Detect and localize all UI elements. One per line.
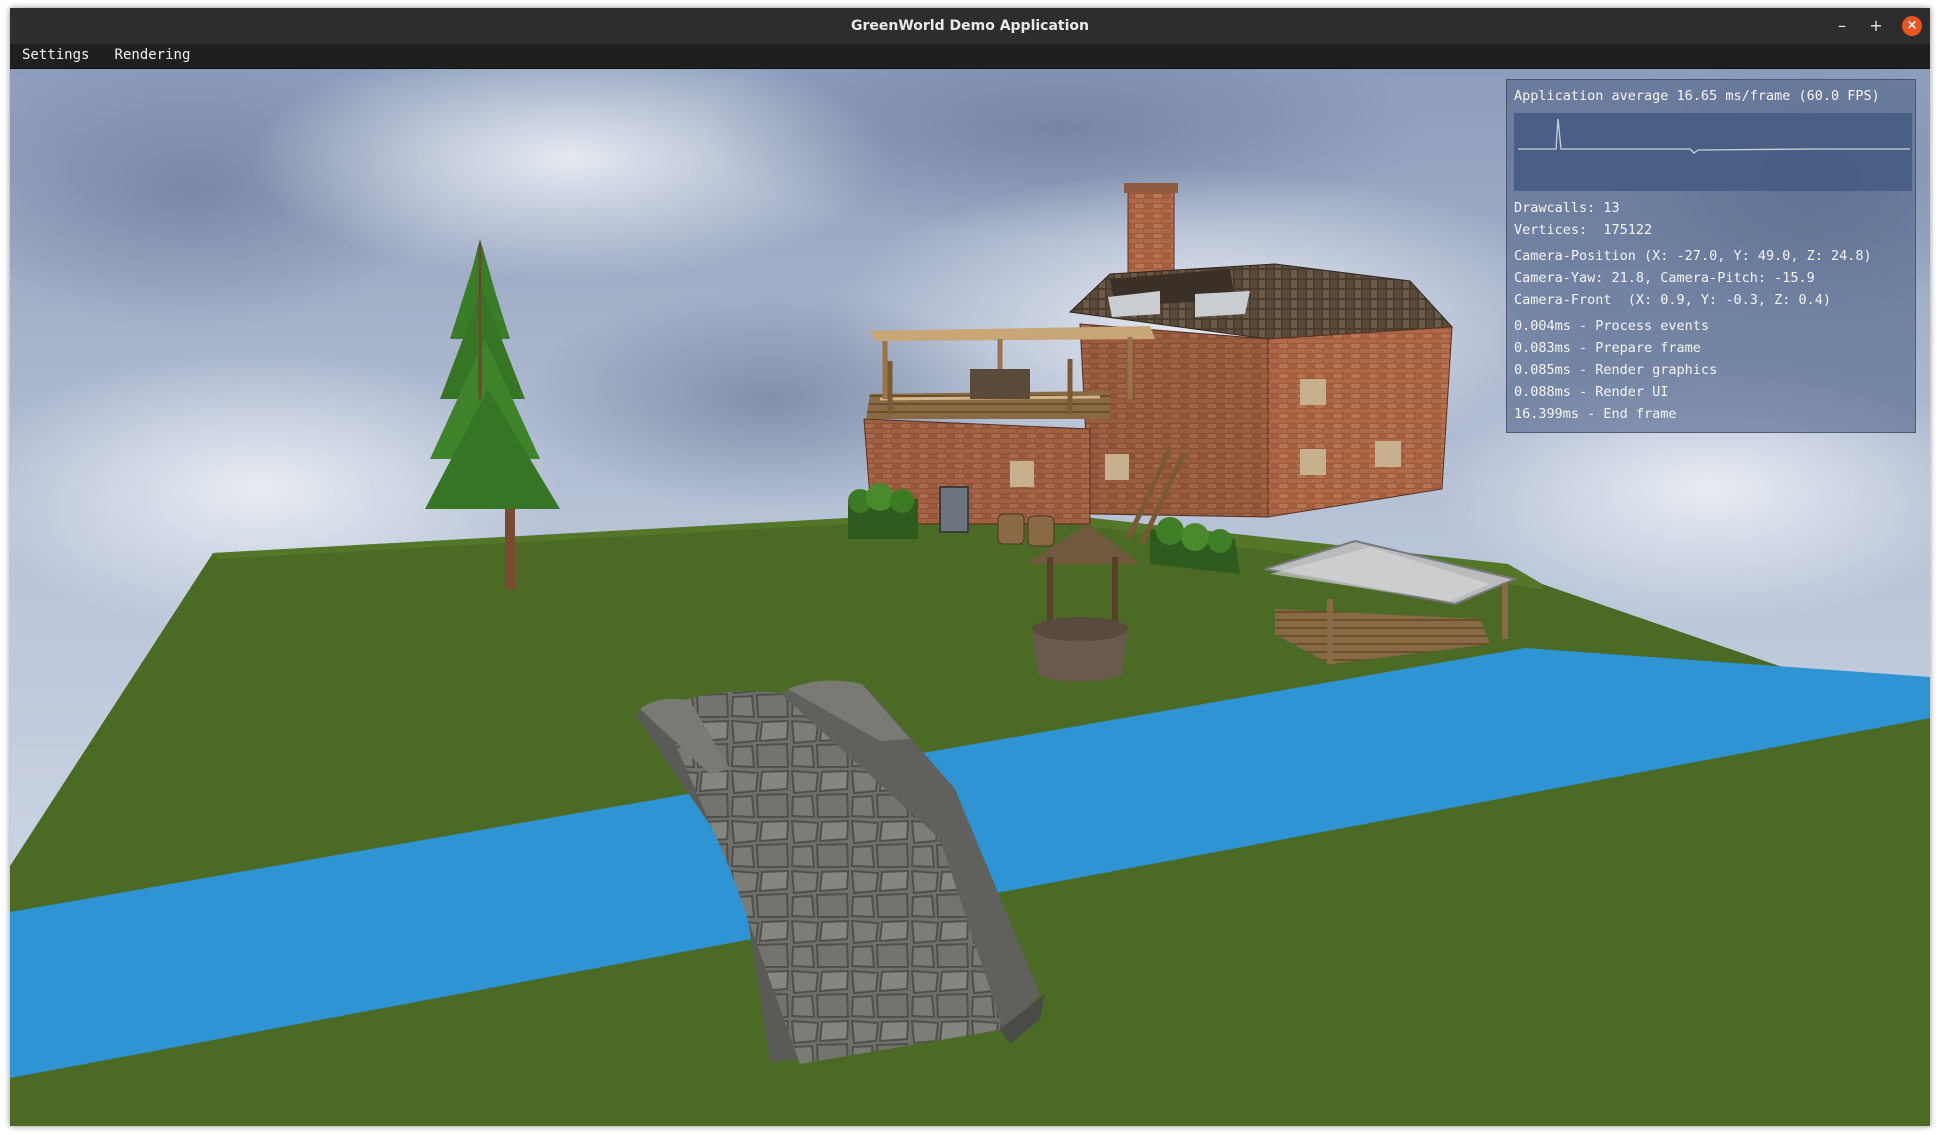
frame-time-graph [1514,113,1912,191]
title-bar[interactable]: GreenWorld Demo Application – + × [10,8,1930,44]
menu-settings[interactable]: Settings [10,44,97,63]
timing-render-ui: 0.088ms - Render UI [1514,384,1669,400]
menu-rendering[interactable]: Rendering [103,44,199,63]
close-button[interactable]: × [1902,16,1922,36]
minimize-button[interactable]: – [1832,16,1852,36]
timing-render-graphics: 0.085ms - Render graphics [1514,362,1718,378]
camera-front-text: Camera-Front (X: 0.9, Y: -0.3, Z: 0.4) [1514,292,1831,308]
camera-position-text: Camera-Position (X: -27.0, Y: 49.0, Z: 2… [1514,248,1872,264]
timing-process-events: 0.004ms - Process events [1514,318,1710,334]
house-door [939,486,969,533]
timing-prepare-frame: 0.083ms - Prepare frame [1514,340,1701,356]
menu-bar: Settings Rendering [10,44,1930,69]
timing-end-frame: 16.399ms - End frame [1514,406,1677,422]
window-title: GreenWorld Demo Application [850,18,1089,34]
drawcalls-text: Drawcalls: 13 [1514,200,1620,216]
maximize-button[interactable]: + [1866,16,1886,36]
fps-summary: Application average 16.65 ms/frame (60.0… [1514,88,1880,104]
3d-viewport[interactable]: Application average 16.65 ms/frame (60.0… [10,69,1930,1126]
stats-overlay: Application average 16.65 ms/frame (60.0… [1506,79,1916,433]
vertices-text: Vertices: 175122 [1514,222,1653,238]
camera-yaw-pitch-text: Camera-Yaw: 21.8, Camera-Pitch: -15.9 [1514,270,1815,286]
application-window: GreenWorld Demo Application – + × Settin… [10,8,1930,1126]
